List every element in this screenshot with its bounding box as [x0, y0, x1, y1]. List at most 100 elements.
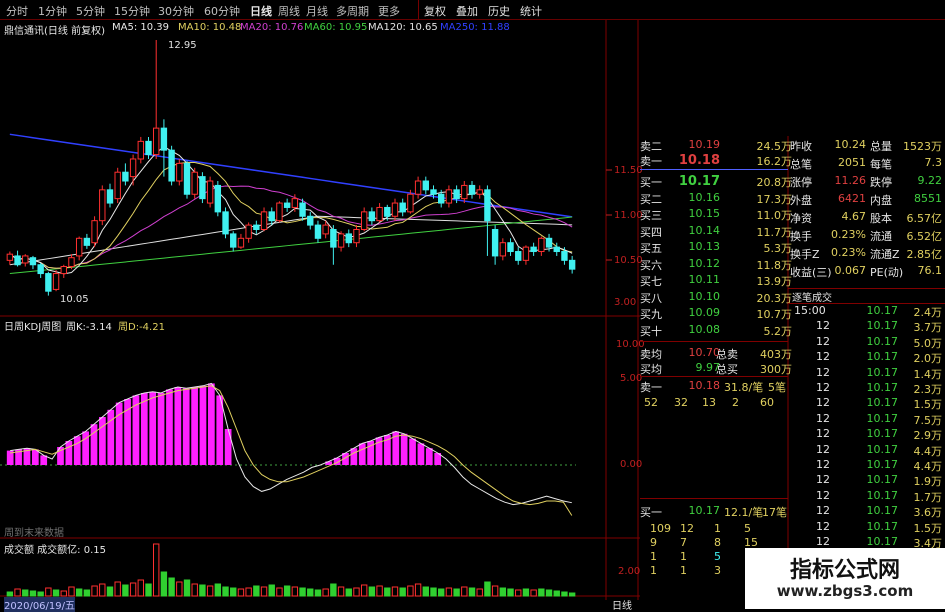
kdj-bar — [208, 383, 215, 465]
stat-value: 7.3 — [924, 156, 943, 169]
volume-bar — [453, 588, 460, 597]
volume-bar — [60, 590, 67, 597]
tick-price: 10.17 — [866, 473, 899, 487]
tick-volume: 1.9万 — [913, 475, 943, 489]
candle-body — [168, 149, 175, 182]
sell-row-label: 卖一 — [640, 155, 662, 168]
volume-bar — [438, 588, 445, 597]
buy-avg-row: 买均 9.97 总买 300万 — [640, 361, 792, 376]
buy-row-label: 买五 — [640, 242, 662, 255]
stat-value: 0.23% — [831, 246, 866, 259]
volume-bar — [6, 591, 14, 597]
y-tick-1150: 11.50 — [614, 165, 643, 176]
kdj-bar — [409, 438, 416, 465]
candle-body — [453, 189, 460, 200]
ma120-label: MA120: 10.65 — [368, 22, 438, 33]
last-price-line — [640, 169, 788, 170]
sell-avg-label: 卖均 — [640, 348, 662, 361]
volume-bar — [168, 577, 175, 597]
buy-row-price: 10.14 — [688, 223, 721, 237]
volume-bar — [330, 583, 337, 597]
tick-volume: 3.7万 — [913, 321, 943, 335]
candle-body — [384, 206, 391, 217]
volume-bar — [29, 590, 37, 597]
volume-bar — [230, 587, 237, 597]
volume-bar — [507, 588, 514, 597]
queue-number: 9 — [650, 536, 657, 549]
kdj-bar — [182, 388, 190, 465]
candle-body — [561, 251, 568, 261]
sell-row-volume: 24.5万 — [756, 140, 793, 153]
candle-body — [414, 180, 422, 195]
tick-time: 12 — [816, 535, 830, 548]
queue-number: 5 — [714, 550, 721, 563]
buy-row-label: 买十 — [640, 324, 662, 338]
volume-bar — [299, 587, 306, 597]
tick-price: 10.17 — [866, 535, 899, 548]
tick-time: 12 — [816, 504, 830, 518]
candle-body — [137, 140, 144, 160]
candle-body — [299, 202, 306, 217]
volume-bar — [214, 583, 222, 597]
volume-bar — [522, 588, 530, 597]
queue-number: 1 — [650, 564, 657, 577]
buy1-summary-row: 买一 10.17 12.1/笔 17笔 — [640, 504, 788, 519]
volume-bar — [345, 588, 352, 597]
sell1-summary-row: 卖一 10.18 31.8/笔 5笔 — [640, 379, 788, 394]
candle-body — [29, 257, 37, 266]
kdj-bar — [425, 448, 433, 465]
volume-bar — [75, 588, 83, 597]
buy-row-price: 10.13 — [688, 240, 721, 253]
volume-bar — [476, 588, 483, 597]
tick-volume: 2.4万 — [913, 306, 943, 319]
volume-bar — [530, 589, 537, 597]
candle-body — [553, 246, 560, 253]
tick-list[interactable]: 15:00 10.17 2.4万 12 10.17 3.7万 12 10.17 5.0万 12 10… — [788, 304, 945, 548]
stat-value: 0.067 — [834, 264, 867, 277]
ma5-label: MA5: 10.39 — [112, 22, 170, 33]
kdj-d-label: 周D:-4.21 — [118, 322, 165, 333]
tick-time: 12 — [816, 458, 830, 471]
buy-row-price: 10.12 — [688, 256, 721, 270]
volume-bar — [114, 581, 121, 597]
candle-body — [14, 255, 21, 266]
tick-price: 10.17 — [866, 519, 899, 533]
buy-row: 买七 10.11 13.9万 — [640, 273, 792, 288]
volume-bar — [384, 587, 391, 597]
volume-bar — [468, 587, 476, 597]
kdj-bar — [157, 393, 165, 465]
volume-bar — [368, 586, 376, 597]
volume-bar — [260, 586, 268, 597]
sell-avg-value: 10.70 — [688, 346, 721, 359]
sell-row-volume: 16.2万 — [756, 155, 793, 168]
tick-volume: 4.4万 — [913, 460, 943, 473]
tick-volume: 4.4万 — [913, 444, 943, 458]
candle-body — [183, 162, 191, 195]
candle-body — [337, 233, 345, 248]
stat-value: 76.1 — [917, 264, 943, 277]
buy-row-label: 买六 — [640, 258, 662, 272]
volume-bar — [353, 587, 360, 597]
volume-bar — [538, 588, 545, 597]
stat-value: 10.24 — [834, 138, 867, 151]
candle-body — [484, 189, 491, 222]
tick-time: 15:00 — [794, 304, 826, 317]
buy-row-price: 10.09 — [688, 306, 721, 319]
tick-volume: 2.3万 — [913, 383, 943, 396]
candle-body — [129, 158, 137, 178]
buy-row-volume: 11.7万 — [756, 225, 793, 239]
volume-bar — [422, 586, 429, 597]
buy-row: 买九 10.09 10.7万 — [640, 306, 792, 321]
candle-body — [253, 224, 260, 230]
stat-value: 6.52亿 — [906, 230, 943, 243]
candle-body — [314, 224, 322, 239]
volume-bar — [37, 591, 44, 597]
candle-body — [214, 184, 222, 213]
volume-tick: 2.00 — [618, 566, 641, 577]
watermark-line1: 指标公式网 — [789, 558, 900, 583]
divider — [640, 341, 788, 342]
kdj-bar — [224, 429, 232, 465]
total-buy-label: 总买 — [716, 363, 738, 376]
tick-time: 12 — [816, 411, 830, 425]
tick-volume: 1.7万 — [913, 490, 943, 504]
